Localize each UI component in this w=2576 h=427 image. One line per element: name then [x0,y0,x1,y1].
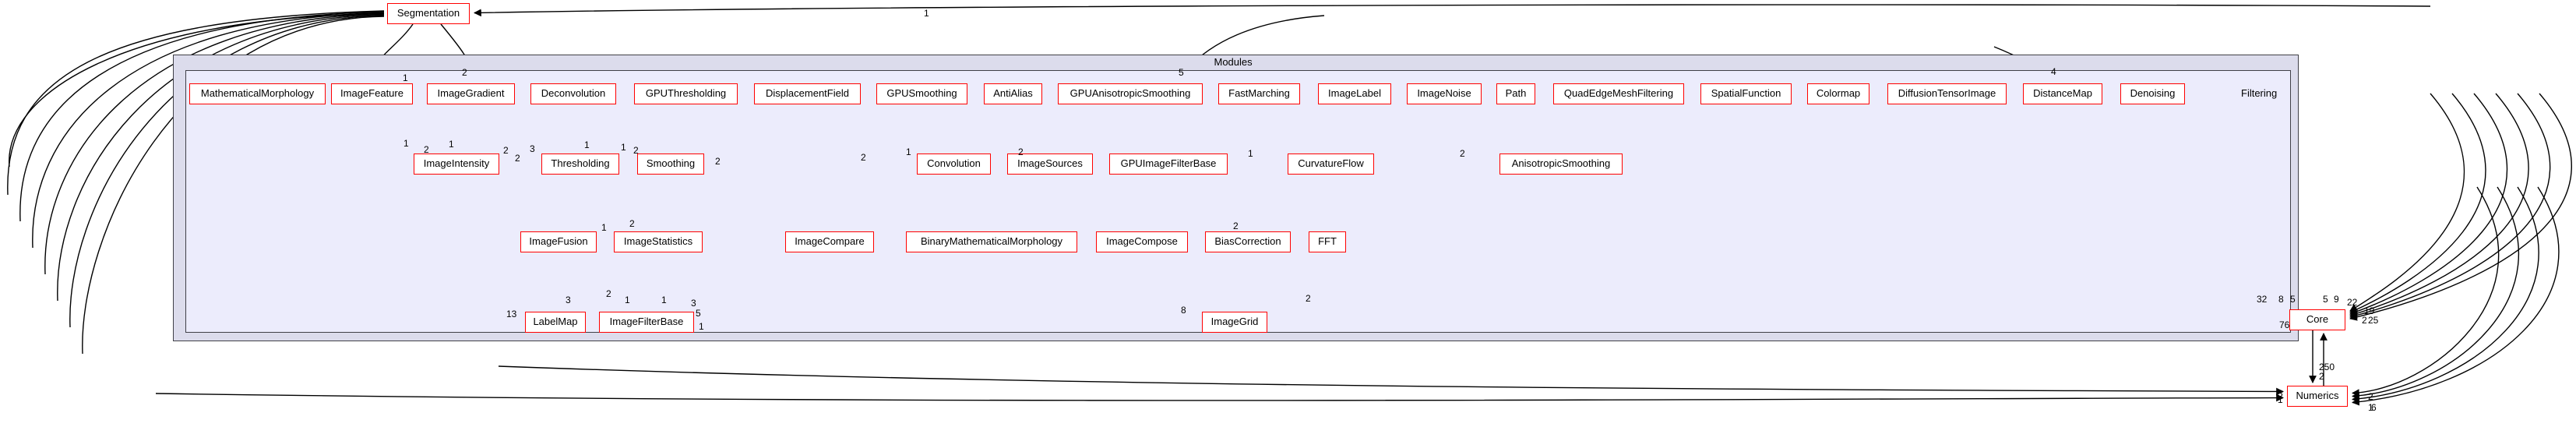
node-gpusmoothing[interactable]: GPUSmoothing [876,83,967,104]
node-label: ImageIntensity [423,157,490,170]
node-smoothing[interactable]: Smoothing [637,154,704,175]
node-label: BinaryMathematicalMorphology [920,235,1063,248]
node-imagegrid[interactable]: ImageGrid [1202,312,1267,333]
node-imagelabel[interactable]: ImageLabel [1318,83,1391,104]
node-imagenoise[interactable]: ImageNoise [1407,83,1482,104]
node-numerics[interactable]: Numerics [2287,386,2348,407]
node-label: Numerics [2296,390,2339,402]
node-displacementfield[interactable]: DisplacementField [754,83,861,104]
node-fastmarching[interactable]: FastMarching [1218,83,1300,104]
node-label: DisplacementField [766,87,849,100]
node-colormap[interactable]: Colormap [1807,83,1869,104]
node-label: AnisotropicSmoothing [1511,157,1611,170]
node-label: Core [2306,313,2329,326]
node-deconvolution[interactable]: Deconvolution [530,83,616,104]
node-label: Path [1505,87,1527,100]
node-label: ImageFeature [340,87,403,100]
node-binarymathematicalmorphology[interactable]: BinaryMathematicalMorphology [906,231,1077,252]
node-label: ImageFilterBase [609,316,684,328]
dependency-graph: Modules Filtering Segmentation Mathematica… [0,0,2576,427]
edge [498,365,2284,396]
node-label: QuadEdgeMeshFiltering [1563,87,1674,100]
node-imagestatistics[interactable]: ImageStatistics [614,231,703,252]
edge [2349,93,2465,312]
node-imagefilterbase[interactable]: ImageFilterBase [599,312,694,333]
node-label: ImageSources [1017,157,1083,170]
node-label: GPUThresholding [645,87,727,100]
node-gpuanisotropicsmoothing[interactable]: GPUAnisotropicSmoothing [1058,83,1203,104]
edge [2349,93,2508,316]
node-label: ImageGrid [1210,316,1259,328]
cluster-label-modules: Modules [1214,56,1253,68]
node-core[interactable]: Core [2289,309,2345,330]
node-anisotropicsmoothing[interactable]: AnisotropicSmoothing [1499,154,1623,175]
node-fft[interactable]: FFT [1309,231,1346,252]
node-label: DiffusionTensorImage [1898,87,1996,100]
node-imagefusion[interactable]: ImageFusion [520,231,597,252]
node-imagesources[interactable]: ImageSources [1007,154,1093,175]
node-label: GPUImageFilterBase [1120,157,1217,170]
cluster-label-filtering: Filtering [2241,87,2278,99]
edge [2352,186,2500,397]
edge [2349,93,2572,321]
node-imagecompare[interactable]: ImageCompare [785,231,874,252]
node-label: DistanceMap [2033,87,2092,100]
node-label: ImageCompare [795,235,865,248]
node-label: AntiAlias [993,87,1033,100]
node-label: BiasCorrection [1214,235,1281,248]
node-denoising[interactable]: Denoising [2120,83,2185,104]
node-segmentation[interactable]: Segmentation [387,3,470,24]
node-label: SpatialFunction [1711,87,1781,100]
node-diffusiontensorimage[interactable]: DiffusionTensorImage [1887,83,2007,104]
node-curvatureflow[interactable]: CurvatureFlow [1288,154,1374,175]
node-label: FastMarching [1228,87,1290,100]
node-label: CurvatureFlow [1298,157,1364,170]
node-mathematicalmorphology[interactable]: MathematicalMorphology [189,83,326,104]
node-label: Segmentation [396,7,460,19]
node-label: Deconvolution [541,87,606,100]
edge [2349,93,2529,318]
node-label: FFT [1318,235,1337,248]
node-distancemap[interactable]: DistanceMap [2023,83,2102,104]
node-label: Convolution [927,157,981,170]
node-label: ImageStatistics [623,235,693,248]
node-imagegradient[interactable]: ImageGradient [427,83,515,104]
node-gputhresholding[interactable]: GPUThresholding [634,83,738,104]
cluster-filtering [185,70,2291,333]
node-label: ImageLabel [1328,87,1381,100]
node-label: GPUSmoothing [886,87,957,100]
node-label: ImageGradient [437,87,505,100]
node-label: Smoothing [646,157,696,170]
node-thresholding[interactable]: Thresholding [541,154,619,175]
node-imagecompose[interactable]: ImageCompose [1096,231,1188,252]
node-biascorrection[interactable]: BiasCorrection [1205,231,1291,252]
node-label: Colormap [1816,87,1861,100]
node-label: MathematicalMorphology [200,87,315,100]
node-spatialfunction[interactable]: SpatialFunction [1700,83,1792,104]
node-gpuimagefilterbase[interactable]: GPUImageFilterBase [1109,154,1228,175]
node-label: Thresholding [551,157,610,170]
edge [474,4,2431,17]
node-imageintensity[interactable]: ImageIntensity [414,154,499,175]
node-imagefeature[interactable]: ImageFeature [331,83,413,104]
edge [2352,186,2560,406]
node-convolution[interactable]: Convolution [917,154,991,175]
node-label: ImageFusion [529,235,588,248]
edge [2352,186,2520,400]
node-label: ImageCompose [1106,235,1178,248]
edge [155,393,2284,402]
node-label: ImageNoise [1417,87,1471,100]
node-quadedgemeshfiltering[interactable]: QuadEdgeMeshFiltering [1553,83,1684,104]
node-label: LabelMap [533,316,578,328]
node-label: GPUAnisotropicSmoothing [1070,87,1191,100]
node-label: Denoising [2130,87,2176,100]
node-path[interactable]: Path [1496,83,1535,104]
node-antialias[interactable]: AntiAlias [984,83,1042,104]
node-labelmap[interactable]: LabelMap [525,312,586,333]
